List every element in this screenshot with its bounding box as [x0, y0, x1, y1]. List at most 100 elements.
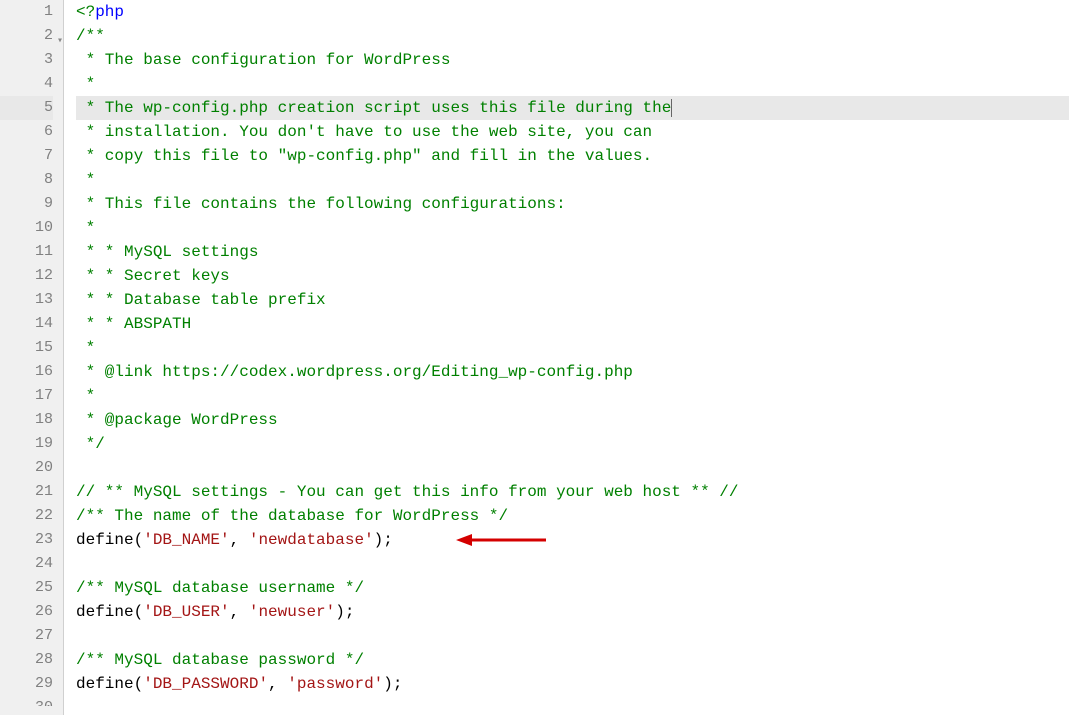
line-number: 1 [0, 0, 53, 24]
line-number-gutter: 12▾3456789101112131415161718192021222324… [0, 0, 64, 715]
code-token: * [76, 171, 95, 189]
code-token: 'newuser' [249, 603, 335, 621]
code-token: <? [76, 3, 95, 21]
line-number: 6 [0, 120, 53, 144]
code-token: /** The name of the database for WordPre… [76, 507, 508, 525]
line-number: 4 [0, 72, 53, 96]
code-line[interactable]: * * Database table prefix [76, 288, 1069, 312]
code-line[interactable]: * copy this file to "wp-config.php" and … [76, 144, 1069, 168]
code-editor-content[interactable]: <?php /** * The base configuration for Wo… [64, 0, 1069, 715]
line-number: 26 [0, 600, 53, 624]
line-number: 5 [0, 96, 53, 120]
code-line[interactable]: */ [76, 432, 1069, 456]
line-number: 10 [0, 216, 53, 240]
line-number: 13 [0, 288, 53, 312]
annotation-arrow-icon [456, 532, 546, 548]
code-token: // ** MySQL settings - You can get this … [76, 483, 739, 501]
line-number: 14 [0, 312, 53, 336]
code-token: * * MySQL settings [76, 243, 258, 261]
code-token: * [76, 387, 95, 405]
code-token: * The wp-config.php creation script uses… [76, 99, 671, 117]
code-line[interactable]: * This file contains the following confi… [76, 192, 1069, 216]
line-number: 16 [0, 360, 53, 384]
code-line[interactable]: * installation. You don't have to use th… [76, 120, 1069, 144]
code-line[interactable]: /** MySQL database username */ [76, 576, 1069, 600]
line-number: 22 [0, 504, 53, 528]
code-line[interactable]: * [76, 168, 1069, 192]
code-line[interactable] [76, 624, 1069, 648]
code-token: , [230, 531, 249, 549]
code-token: * * ABSPATH [76, 315, 191, 333]
code-token: * This file contains the following confi… [76, 195, 566, 213]
code-token: define [76, 675, 134, 693]
code-token: , [230, 603, 249, 621]
code-line[interactable] [76, 696, 1069, 706]
code-line[interactable]: * * ABSPATH [76, 312, 1069, 336]
code-line[interactable]: * [76, 72, 1069, 96]
line-number: 20 [0, 456, 53, 480]
code-token: /** MySQL database username */ [76, 579, 364, 597]
line-number: 30 [0, 696, 53, 706]
code-line[interactable]: /** The name of the database for WordPre… [76, 504, 1069, 528]
code-line[interactable]: define('DB_NAME', 'newdatabase'); [76, 528, 1069, 552]
code-token: php [95, 3, 124, 21]
code-token: * [76, 75, 95, 93]
code-token: * installation. You don't have to use th… [76, 123, 652, 141]
line-number: 8 [0, 168, 53, 192]
code-line[interactable]: // ** MySQL settings - You can get this … [76, 480, 1069, 504]
code-token: ( [134, 603, 144, 621]
code-line[interactable]: * @link https://codex.wordpress.org/Edit… [76, 360, 1069, 384]
code-token: define [76, 603, 134, 621]
code-token: /** MySQL database password */ [76, 651, 364, 669]
code-line[interactable]: <?php [76, 0, 1069, 24]
line-number: 7 [0, 144, 53, 168]
code-token: 'DB_NAME' [143, 531, 229, 549]
code-token: * * Secret keys [76, 267, 230, 285]
line-number: 9 [0, 192, 53, 216]
text-cursor [671, 99, 672, 117]
code-token: 'password' [287, 675, 383, 693]
line-number: 24 [0, 552, 53, 576]
code-token: , [268, 675, 287, 693]
code-line[interactable]: * * MySQL settings [76, 240, 1069, 264]
code-line[interactable] [76, 456, 1069, 480]
line-number: 12 [0, 264, 53, 288]
code-token: * @link https://codex.wordpress.org/Edit… [76, 363, 633, 381]
code-line[interactable]: define('DB_PASSWORD', 'password'); [76, 672, 1069, 696]
code-line[interactable]: * @package WordPress [76, 408, 1069, 432]
code-token: ); [335, 603, 354, 621]
code-token: * * Database table prefix [76, 291, 326, 309]
code-token: * [76, 339, 95, 357]
code-line[interactable]: * The base configuration for WordPress [76, 48, 1069, 72]
code-line[interactable]: define('DB_USER', 'newuser'); [76, 600, 1069, 624]
line-number: 11 [0, 240, 53, 264]
code-token: 'DB_PASSWORD' [143, 675, 268, 693]
code-line[interactable]: * [76, 384, 1069, 408]
code-line[interactable]: /** MySQL database password */ [76, 648, 1069, 672]
code-token: ); [383, 675, 402, 693]
line-number: 3 [0, 48, 53, 72]
code-token: 'DB_USER' [143, 603, 229, 621]
code-line[interactable]: /** [76, 24, 1069, 48]
line-number: 23 [0, 528, 53, 552]
code-line[interactable]: * [76, 336, 1069, 360]
code-line[interactable] [76, 552, 1069, 576]
code-token: ( [134, 531, 144, 549]
code-token: 'newdatabase' [249, 531, 374, 549]
code-token: /** [76, 27, 105, 45]
line-number: 2 [0, 24, 53, 48]
code-token: */ [76, 435, 105, 453]
line-number: 29 [0, 672, 53, 696]
line-number: 21 [0, 480, 53, 504]
line-number: 25 [0, 576, 53, 600]
line-number: 27 [0, 624, 53, 648]
code-line[interactable]: * * Secret keys [76, 264, 1069, 288]
code-token: ( [134, 675, 144, 693]
code-token: define [76, 531, 134, 549]
line-number: 15 [0, 336, 53, 360]
code-token: * The base configuration for WordPress [76, 51, 450, 69]
code-line[interactable]: * The wp-config.php creation script uses… [76, 96, 1069, 120]
code-token: ); [374, 531, 393, 549]
code-line[interactable]: * [76, 216, 1069, 240]
line-number: 19 [0, 432, 53, 456]
